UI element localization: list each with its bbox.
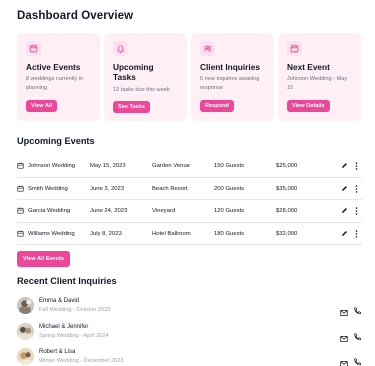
event-venue: Beach Resort [152,185,188,192]
card-upcoming-tasks: Upcoming Tasks 12 tasks due this week Se… [104,33,187,121]
more-options-icon[interactable] [355,184,358,193]
event-guests: 200 Guests [214,185,245,192]
calendar-icon [287,41,302,56]
event-date: June 3, 2023 [90,185,125,192]
card-description: Johnson Wedding - May 15 [287,76,348,92]
inquiry-detail: Spring Wedding - April 2024 [39,332,109,339]
avatar [17,348,34,365]
event-guests: 180 Guests [214,230,245,237]
calendar-icon [17,207,24,214]
more-options-icon[interactable] [355,207,358,215]
event-guests: 150 Guests [214,163,245,169]
event-venue: Hotel Ballroom [152,230,191,237]
summary-cards: Active Events 8 weddings currently in pl… [17,33,361,121]
client-name: Emma & David [39,298,80,304]
client-name: Michael & Jennifer [39,323,89,330]
card-title: Next Event [287,62,330,72]
phone-icon[interactable] [353,328,361,340]
mail-icon[interactable] [340,354,348,366]
view-details-button[interactable]: View Details [287,100,330,112]
see-tasks-button[interactable]: See Tasks [113,101,150,113]
view-all-button[interactable]: View All [26,100,58,112]
avatar [17,322,34,340]
edit-icon[interactable] [341,207,348,214]
events-table: Johnson Wedding May 15, 2023 Garden Venu… [17,155,362,245]
more-options-icon[interactable] [355,162,358,170]
event-date: May 15, 2023 [90,163,126,169]
client-name: Robert & Lisa [39,349,76,355]
event-venue: Vineyard [152,208,176,214]
list-item[interactable]: Robert & Lisa Winter Wedding - December … [17,346,362,366]
inquiry-detail: Fall Wedding - October 2023 [39,307,111,313]
card-active-events: Active Events 8 weddings currently in pl… [17,33,100,121]
more-options-icon[interactable] [355,229,358,238]
recent-inquiries-title: Recent Client Inquiries [17,276,117,286]
card-client-inquiries: Client Inquiries 5 new inquiries awaitin… [191,33,274,121]
table-row[interactable]: Garcia Wedding June 24, 2023 Vineyard 12… [17,200,362,223]
card-title: Active Events [26,62,81,72]
edit-icon[interactable] [341,230,348,237]
event-guests: 120 Guests [214,208,245,214]
event-venue: Garden Venue [152,163,190,169]
phone-icon[interactable] [353,302,361,315]
inquiry-detail: Winter Wedding - December 2023 [39,358,124,364]
event-date: July 8, 2023 [90,230,122,237]
card-next-event: Next Event Johnson Wedding - May 15 View… [278,33,361,121]
phone-icon[interactable] [353,353,361,366]
mail-icon[interactable] [340,329,348,342]
view-all-events-button[interactable]: View All Events [17,251,71,267]
event-amount: $35,000 [276,185,298,192]
event-name: Johnson Wedding [28,163,76,169]
event-amount: $28,000 [276,208,298,214]
calendar-icon [17,230,24,237]
mail-icon[interactable] [340,303,348,316]
table-row[interactable]: Williams Wedding July 8, 2023 Hotel Ball… [17,223,362,245]
calendar-icon [26,41,41,56]
event-amount: $25,000 [276,163,298,169]
card-title: Upcoming Tasks [113,62,154,83]
avatar [17,297,34,314]
list-item[interactable]: Emma & David Fall Wedding - October 2023 [17,295,362,321]
event-name: Williams Wedding [28,230,75,237]
event-date: June 24, 2023 [90,208,128,214]
inquiries-list: Emma & David Fall Wedding - October 2023… [17,295,362,366]
calendar-icon [17,185,24,192]
event-name: Smith Wedding [28,185,68,192]
bell-icon [113,41,128,56]
calendar-icon [17,162,24,169]
table-row[interactable]: Smith Wedding June 3, 2023 Beach Resort … [17,178,362,200]
table-row[interactable]: Johnson Wedding May 15, 2023 Garden Venu… [17,155,362,178]
upcoming-events-title: Upcoming Events [17,136,95,146]
card-description: 12 tasks due this week [113,86,170,93]
edit-icon[interactable] [341,162,348,169]
card-description: 8 weddings currently in planning [26,76,84,92]
card-description: 5 new inquiries awaiting response [200,76,260,92]
event-name: Garcia Wedding [28,208,71,214]
edit-icon[interactable] [341,185,348,192]
users-icon [200,41,215,56]
event-amount: $32,000 [276,230,298,237]
respond-button[interactable]: Respond [200,100,234,112]
list-item[interactable]: Michael & Jennifer Spring Wedding - Apri… [17,321,362,347]
card-title: Client Inquiries [200,62,260,72]
page-title: Dashboard Overview [17,10,134,22]
